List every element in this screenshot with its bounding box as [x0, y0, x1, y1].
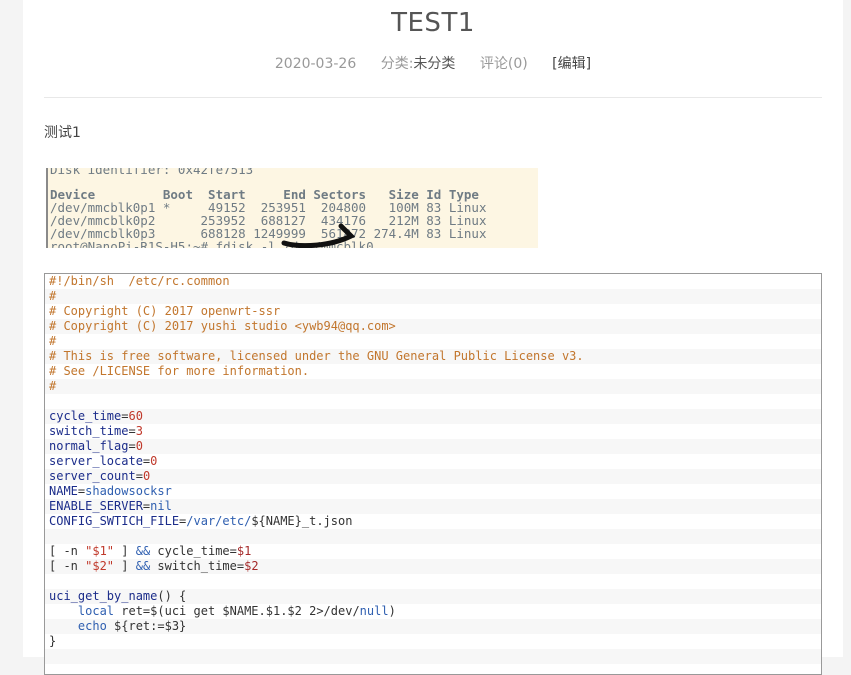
code-line: # Copyright (C) 2017 openwrt-ssr	[45, 304, 821, 319]
code-line: #!/bin/sh /etc/rc.common	[45, 274, 821, 289]
code-token: ]	[114, 559, 136, 573]
code-token: # See /LICENSE for more information.	[49, 364, 310, 378]
code-token: 0	[150, 454, 158, 468]
code-line: # See /LICENSE for more information.	[45, 364, 821, 379]
code-token: server_count	[49, 469, 136, 483]
code-block: #!/bin/sh /etc/rc.common # # Copyright (C)…	[44, 273, 822, 675]
code-token: =	[128, 439, 136, 453]
code-token: local	[77, 604, 115, 618]
code-token: 60	[128, 409, 143, 423]
post-title: TEST1	[391, 8, 475, 38]
code-line: [ -n "$1" ] && cycle_time=$1	[45, 544, 821, 559]
code-token: CONFIG_SWTICH_FILE	[49, 514, 180, 528]
code-token: uci_get_by_name	[49, 589, 158, 603]
code-line: normal_flag=0	[45, 439, 821, 454]
code-line: # This is free software, licensed under …	[45, 349, 821, 364]
category-link[interactable]: 未分类	[413, 56, 455, 72]
terminal-screenshot: Disk identifier: 0x42fe7513 Device Boot …	[46, 168, 538, 248]
code-token: ]	[114, 544, 136, 558]
code-token: #!/bin/sh /etc/rc.common	[49, 274, 230, 288]
code-token: 3	[135, 424, 143, 438]
code-line: # Copyright (C) 2017 yushi studio <ywb94…	[45, 319, 821, 334]
code-line: local ret=$(uci get $NAME.$1.$2 2>/dev/n…	[45, 604, 821, 619]
code-line: echo ${ret:=$3}	[45, 619, 821, 634]
code-token: null	[359, 604, 389, 618]
code-token: =	[135, 469, 143, 483]
code-line	[45, 394, 821, 409]
code-token: () {	[157, 589, 187, 603]
category-label: 分类:	[380, 56, 414, 72]
code-token: ret=$(uci get $NAME.$1.$2 2>/dev/	[114, 604, 360, 618]
edit-link[interactable]: [编辑]	[552, 56, 591, 72]
comments-link[interactable]: 评论(0)	[480, 56, 528, 72]
code-line: CONFIG_SWTICH_FILE=/var/etc/${NAME}_t.js…	[45, 514, 821, 529]
code-line: server_locate=0	[45, 454, 821, 469]
post-date: 2020-03-26	[274, 56, 357, 72]
code-token: $2	[244, 559, 259, 573]
code-token: =	[128, 424, 136, 438]
code-token: "$1"	[85, 544, 115, 558]
code-token: normal_flag	[49, 439, 129, 453]
handwritten-arrow-mark	[281, 223, 356, 248]
code-line: ENABLE_SERVER=nil	[45, 499, 821, 514]
code-token: ${ret:=$3}	[106, 619, 187, 633]
code-token: shadowsocksr	[85, 484, 172, 498]
code-line	[45, 529, 821, 544]
divider	[44, 97, 822, 98]
code-line: uci_get_by_name() {	[45, 589, 821, 604]
code-token: cycle_time	[49, 409, 122, 423]
code-line: #	[45, 289, 821, 304]
code-token: /var/etc/	[186, 514, 252, 528]
code-token: #	[49, 289, 57, 303]
post-paragraph: 测试1	[44, 125, 81, 141]
code-token: # Copyright (C) 2017 openwrt-ssr	[49, 304, 281, 318]
code-token: switch_time=	[150, 559, 245, 573]
post-category: 分类:未分类	[381, 56, 456, 72]
code-token: )	[388, 604, 396, 618]
code-token: # This is free software, licensed under …	[49, 349, 584, 363]
code-token: ENABLE_SERVER	[49, 499, 143, 513]
code-token: nil	[150, 499, 172, 513]
code-line: }	[45, 634, 821, 649]
code-token: switch_time	[49, 424, 129, 438]
code-token: $1	[236, 544, 252, 558]
code-token: #	[49, 334, 57, 348]
code-token: NAME	[49, 484, 78, 498]
code-line: #	[45, 334, 821, 349]
code-token: &&	[135, 544, 151, 558]
code-line: switch_time=3	[45, 424, 821, 439]
page-scrollbar[interactable]	[843, 0, 851, 657]
code-line: cycle_time=60	[45, 409, 821, 424]
code-line: server_count=0	[45, 469, 821, 484]
code-token: echo	[77, 619, 107, 633]
code-token: "$2"	[85, 559, 115, 573]
code-token: server_locate	[49, 454, 143, 468]
code-token: ${NAME}_t.json	[251, 514, 353, 528]
code-line	[45, 574, 821, 589]
code-line: [ -n "$2" ] && switch_time=$2	[45, 559, 821, 574]
post-page: TEST1 2020-03-26 分类:未分类 评论(0) [编辑] 测试1 D…	[23, 0, 843, 675]
code-token: [ -n	[49, 544, 86, 558]
code-line: #	[45, 379, 821, 394]
code-token: 0	[142, 469, 151, 483]
code-token: # Copyright (C) 2017 yushi studio <ywb94…	[49, 319, 396, 333]
code-token: #	[49, 379, 57, 393]
code-token: cycle_time=	[150, 544, 237, 558]
code-token: 0	[135, 439, 143, 453]
code-token: [ -n	[49, 559, 86, 573]
code-token: &&	[135, 559, 151, 573]
code-line: NAME=shadowsocksr	[45, 484, 821, 499]
code-token: }	[49, 634, 57, 648]
post-meta: 2020-03-26 分类:未分类 评论(0) [编辑]	[23, 53, 843, 73]
